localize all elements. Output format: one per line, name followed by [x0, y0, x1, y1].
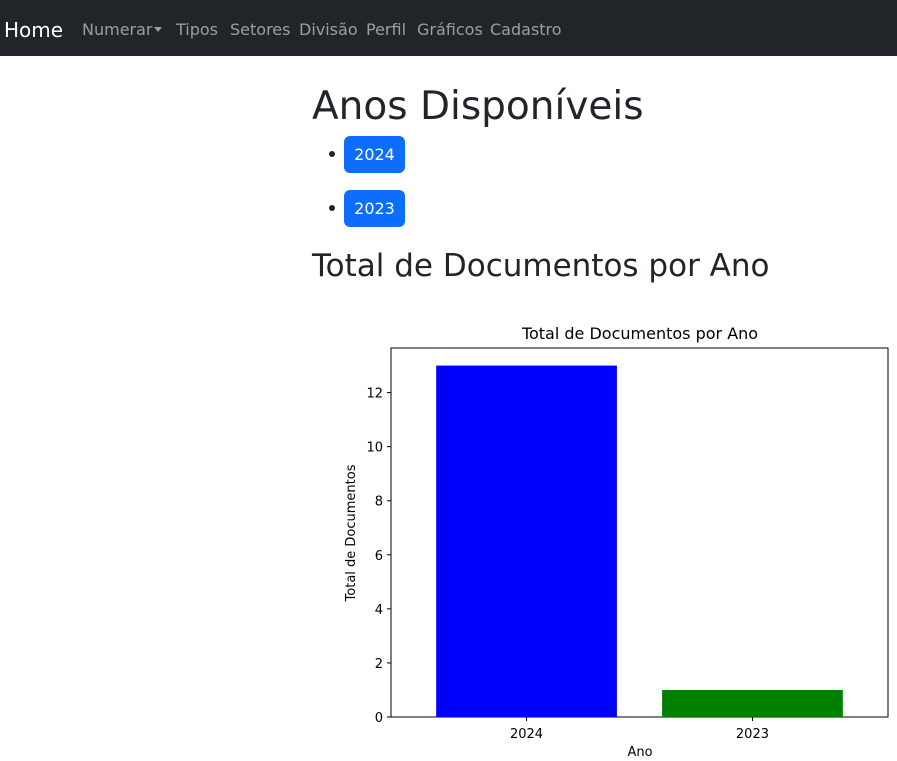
x-tick-label: 2024	[510, 727, 543, 742]
x-axis-label: Ano	[627, 745, 652, 760]
bar-2024	[436, 365, 617, 717]
y-tick-label: 8	[375, 495, 383, 510]
y-tick-label: 0	[375, 711, 383, 726]
chart-title: Total de Documentos por Ano	[521, 324, 758, 343]
y-tick-label: 12	[366, 387, 383, 402]
y-tick-label: 10	[366, 441, 383, 456]
y-tick-label: 6	[375, 549, 383, 564]
y-axis-label: Total de Documentos	[344, 464, 359, 602]
bar-2023	[662, 689, 843, 717]
y-tick-label: 2	[375, 657, 383, 672]
y-tick-label: 4	[375, 603, 383, 618]
bar-chart: Total de Documentos por Ano 0 2 4 6 8 10 12 20…	[344, 324, 889, 760]
x-tick-label: 2023	[736, 727, 769, 742]
